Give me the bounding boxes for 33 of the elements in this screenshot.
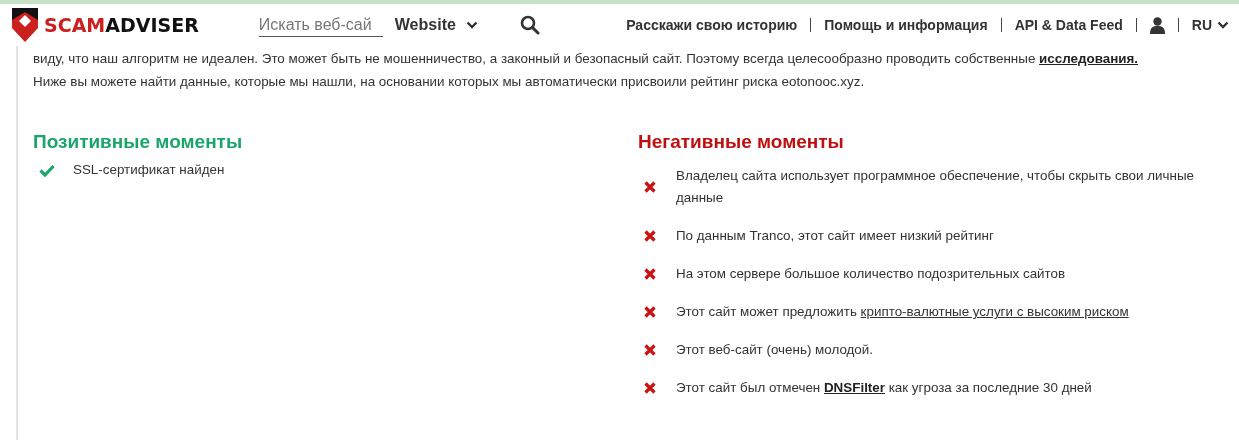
shield-logo-icon: [10, 6, 40, 44]
cross-icon: [644, 306, 656, 318]
link[interactable]: DNSFilter: [823, 380, 885, 395]
check-icon: [39, 163, 55, 177]
link[interactable]: исследования.: [1039, 51, 1138, 66]
brand-name[interactable]: SCAMADVISER: [44, 14, 199, 36]
nav-link[interactable]: Помощь и информация: [824, 17, 988, 33]
cross-icon: [644, 230, 656, 242]
cross-icon: [644, 382, 656, 394]
intro-text: виду, что наш алгоритм не идеален. Это может быть не мошенничество, а законный и безопасный сайт. Поэтому всегда целесообразно проводить собственные исследования.: [33, 50, 1139, 68]
cross-icon: [644, 268, 656, 280]
section-title: Негативные моменты: [638, 131, 845, 153]
search-icon[interactable]: [519, 15, 540, 35]
cross-icon: [644, 181, 656, 193]
cross-icon: [644, 344, 656, 356]
list-item-text: По данным Tranco, этот сайт имеет низкий рейтинг: [676, 227, 994, 245]
list-item-text: Этот сайт может предложить крипто-валютные услуги с высоким риском: [676, 303, 1129, 321]
nav-link[interactable]: API & Data Feed: [1014, 17, 1123, 33]
list-item-text: Этот веб-сайт (очень) молодой.: [676, 341, 873, 359]
section-title: Позитивные моменты: [33, 131, 244, 153]
search-field[interactable]: Искать веб-сай: [258, 13, 383, 37]
list-item-text: На этом сервере большое количество подозрительных сайтов: [676, 265, 1066, 283]
list-item-text: SSL-сертификат найден: [73, 161, 225, 179]
chevron-down-icon: [1217, 21, 1229, 29]
chevron-down-icon: [465, 21, 478, 29]
list-item-text: Этот сайт был отмечен DNSFilter как угроза за последние 30 дней: [676, 379, 1092, 397]
link[interactable]: крипто-валютные услуги с высоким риском: [860, 304, 1129, 319]
search-type-dropdown[interactable]: Website: [394, 16, 478, 34]
intro-text: Ниже вы можете найти данные, которые мы нашли, на основании которых мы автоматически присвоили рейтинг риска eotonooc.xyz.: [33, 73, 866, 91]
language-dropdown[interactable]: RU: [1191, 17, 1229, 33]
user-icon[interactable]: [1149, 16, 1165, 34]
list-item-text: Владелец сайта использует программное обеспечение, чтобы скрыть свои личные данные: [676, 167, 1195, 207]
nav-link[interactable]: Расскажи свою историю: [626, 17, 798, 33]
